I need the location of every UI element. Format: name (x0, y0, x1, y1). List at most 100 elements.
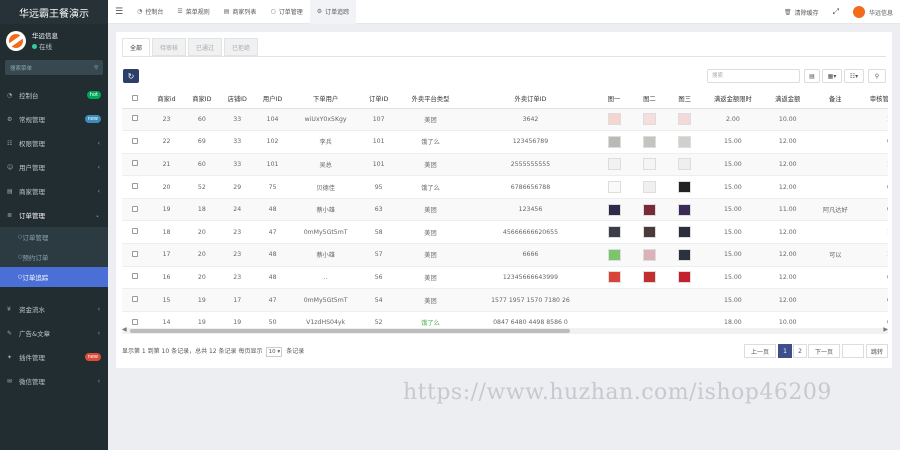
search-icon[interactable]: ⚲ (94, 65, 98, 71)
row-checkbox[interactable] (132, 250, 139, 257)
order-photo-thumbnail[interactable] (607, 113, 621, 126)
table-row[interactable]: 17202348蔡小雄57美团666615.0012.00可以10 (122, 243, 888, 267)
column-header-审核管理员ID[interactable]: 审核管理员ID (858, 90, 888, 109)
column-header-满返金额限时[interactable]: 满返金额限时 (702, 90, 764, 109)
table-row[interactable]: 20522975贝德佳95饿了么678665678815.0012.00052少… (122, 175, 888, 199)
table-row[interactable]: 16202348..56美团1234566664399915.0012.0000 (122, 266, 888, 290)
sidebar-item-插件管理[interactable]: ✦ 插件管理 new (0, 345, 108, 369)
row-checkbox[interactable] (132, 183, 139, 190)
page-size-select[interactable]: 10 ▾ (266, 346, 283, 357)
column-header-店铺ID[interactable]: 店铺ID (219, 90, 255, 109)
order-photo-thumbnail[interactable] (607, 271, 621, 284)
column-header-订单ID[interactable]: 订单ID (360, 90, 397, 109)
order-photo-thumbnail[interactable] (642, 135, 656, 148)
filter-tab-全部[interactable]: 全部 (122, 38, 151, 56)
row-checkbox[interactable] (132, 273, 139, 280)
order-photo-thumbnail[interactable] (678, 181, 692, 194)
fullscreen-icon[interactable]: ⤢ (826, 0, 846, 24)
order-photo-thumbnail[interactable] (678, 158, 692, 171)
order-photo-thumbnail[interactable] (678, 113, 692, 126)
table-row[interactable]: 19182448蔡小雄63美团12345615.0011.00阿凡达好018商家… (122, 198, 888, 222)
export-button[interactable]: ☷▾ (844, 69, 864, 83)
filter-tab-已通过[interactable]: 已通过 (188, 38, 223, 56)
sidebar-item-商家管理[interactable]: ▤ 商家管理 ‹ (0, 179, 108, 203)
clear-cache-button[interactable]: 🗑 清除缓存 (777, 0, 826, 24)
sidebar-item-资金流水[interactable]: ¥ 资金流水 ‹ (0, 297, 108, 321)
table-row[interactable]: 236033104wiUxY0x5Kgy107美团36422.0010.0010… (122, 108, 888, 132)
column-header-下单用户[interactable]: 下单用户 (290, 90, 361, 109)
user-menu[interactable]: 华远信息 (846, 0, 900, 24)
sidebar-subitem-订单管理[interactable]: ○ 订单管理 (0, 227, 108, 247)
scroll-right-icon[interactable]: ▶ (883, 326, 888, 333)
order-photo-thumbnail[interactable] (642, 181, 656, 194)
column-header-图二[interactable]: 图二 (631, 90, 668, 109)
sidebar-item-用户管理[interactable]: ☺ 用户管理 ‹ (0, 155, 108, 179)
column-header-商家ID[interactable]: 商家ID (184, 90, 220, 109)
order-photo-thumbnail[interactable] (642, 113, 656, 126)
order-photo-thumbnail[interactable] (678, 203, 692, 216)
tab-订单管理[interactable]: ○ 订单管理 (263, 0, 309, 24)
page-button-2[interactable]: 2 (793, 344, 807, 358)
order-photo-thumbnail[interactable] (607, 158, 621, 171)
sidebar-item-订单管理[interactable]: ≣ 订单管理 ⌄ (0, 203, 108, 227)
jump-button[interactable]: 跳转 (866, 344, 888, 358)
tab-菜单规则[interactable]: ☰ 菜单规则 (170, 0, 216, 24)
order-photo-thumbnail[interactable] (607, 203, 621, 216)
scrollbar-thumb[interactable] (130, 329, 570, 333)
row-checkbox[interactable] (132, 137, 139, 144)
jump-page-input[interactable] (842, 344, 864, 358)
columns-button[interactable]: ▦▾ (822, 69, 842, 83)
sidebar-toggle-icon[interactable]: ☰ (108, 0, 130, 24)
horizontal-scrollbar[interactable]: ◀ ▶ (122, 326, 888, 334)
table-row[interactable]: 226933102李兵101饿了么12345678915.0012.00069商… (122, 130, 888, 154)
sidebar-item-权限管理[interactable]: ☷ 权限管理 ‹ (0, 131, 108, 155)
order-photo-thumbnail[interactable] (642, 158, 656, 171)
order-photo-thumbnail[interactable] (607, 226, 621, 239)
column-header-备注[interactable]: 备注 (812, 90, 859, 109)
filter-tab-已拒绝[interactable]: 已拒绝 (224, 38, 259, 56)
order-photo-thumbnail[interactable] (678, 135, 692, 148)
order-photo-thumbnail[interactable] (678, 226, 692, 239)
order-photo-thumbnail[interactable] (607, 248, 621, 261)
filter-tab-待审核[interactable]: 待审核 (152, 38, 187, 56)
column-header-满返金额[interactable]: 满返金额 (763, 90, 813, 109)
page-button-1[interactable]: 1 (778, 344, 792, 358)
table-row[interactable]: 216033101吴总101美团255555555515.0012.00101 (122, 153, 888, 177)
order-photo-thumbnail[interactable] (642, 271, 656, 284)
column-header-外卖订单ID[interactable]: 外卖订单ID (464, 90, 597, 109)
column-header-用户ID[interactable]: 用户ID (254, 90, 291, 109)
app-title[interactable]: 华远霸王餐演示 (0, 0, 108, 24)
scroll-left-icon[interactable]: ◀ (122, 326, 127, 333)
tab-订单追踪[interactable]: ⚙ 订单追踪 (309, 0, 357, 24)
order-photo-thumbnail[interactable] (642, 226, 656, 239)
toggle-view-button[interactable]: ▤ (804, 69, 820, 83)
sidebar-item-微信管理[interactable]: ✉ 微信管理 ‹ (0, 369, 108, 393)
row-checkbox[interactable] (132, 318, 139, 325)
order-photo-thumbnail[interactable] (642, 248, 656, 261)
row-checkbox[interactable] (132, 228, 139, 235)
order-photo-thumbnail[interactable] (642, 203, 656, 216)
tab-控制台[interactable]: ◔ 控制台 (130, 0, 170, 24)
sidebar-subitem-订单追踪[interactable]: ○ 订单追踪 (0, 267, 108, 287)
order-photo-thumbnail[interactable] (607, 135, 621, 148)
column-header-商家id[interactable]: 商家id (148, 90, 185, 109)
prev-page-button[interactable]: 上一页 (744, 344, 776, 358)
column-header-图三[interactable]: 图三 (667, 90, 703, 109)
table-search-input[interactable]: 搜索 (707, 69, 800, 83)
order-photo-thumbnail[interactable] (607, 181, 621, 194)
advanced-search-button[interactable]: ⚲ (868, 69, 886, 83)
table-row[interactable]: 15 19 17 47 0mMy5Gt5mT 54 美团 1577 1957 1570 718… (122, 288, 888, 312)
column-header-图一[interactable]: 图一 (596, 90, 632, 109)
next-page-button[interactable]: 下一页 (808, 344, 840, 358)
row-checkbox[interactable] (132, 205, 139, 212)
tab-商家列表[interactable]: ▤ 商家列表 (217, 0, 264, 24)
select-all-checkbox[interactable] (132, 94, 139, 101)
sidebar-item-广告&文章[interactable]: ✎ 广告&文章 ‹ (0, 321, 108, 345)
order-photo-thumbnail[interactable] (678, 271, 692, 284)
order-photo-thumbnail[interactable] (678, 248, 692, 261)
header-checkbox-cell[interactable] (122, 90, 149, 109)
column-header-外卖平台类型[interactable]: 外卖平台类型 (396, 90, 465, 109)
menu-search-input[interactable]: 搜索菜单 ⚲ (5, 60, 103, 75)
table-row[interactable]: 18 20 23 47 0mMy5Gt5mT 58 美团 45666666620655 15.0… (122, 220, 888, 245)
sidebar-item-常规管理[interactable]: ⚙ 常规管理 new (0, 107, 108, 131)
